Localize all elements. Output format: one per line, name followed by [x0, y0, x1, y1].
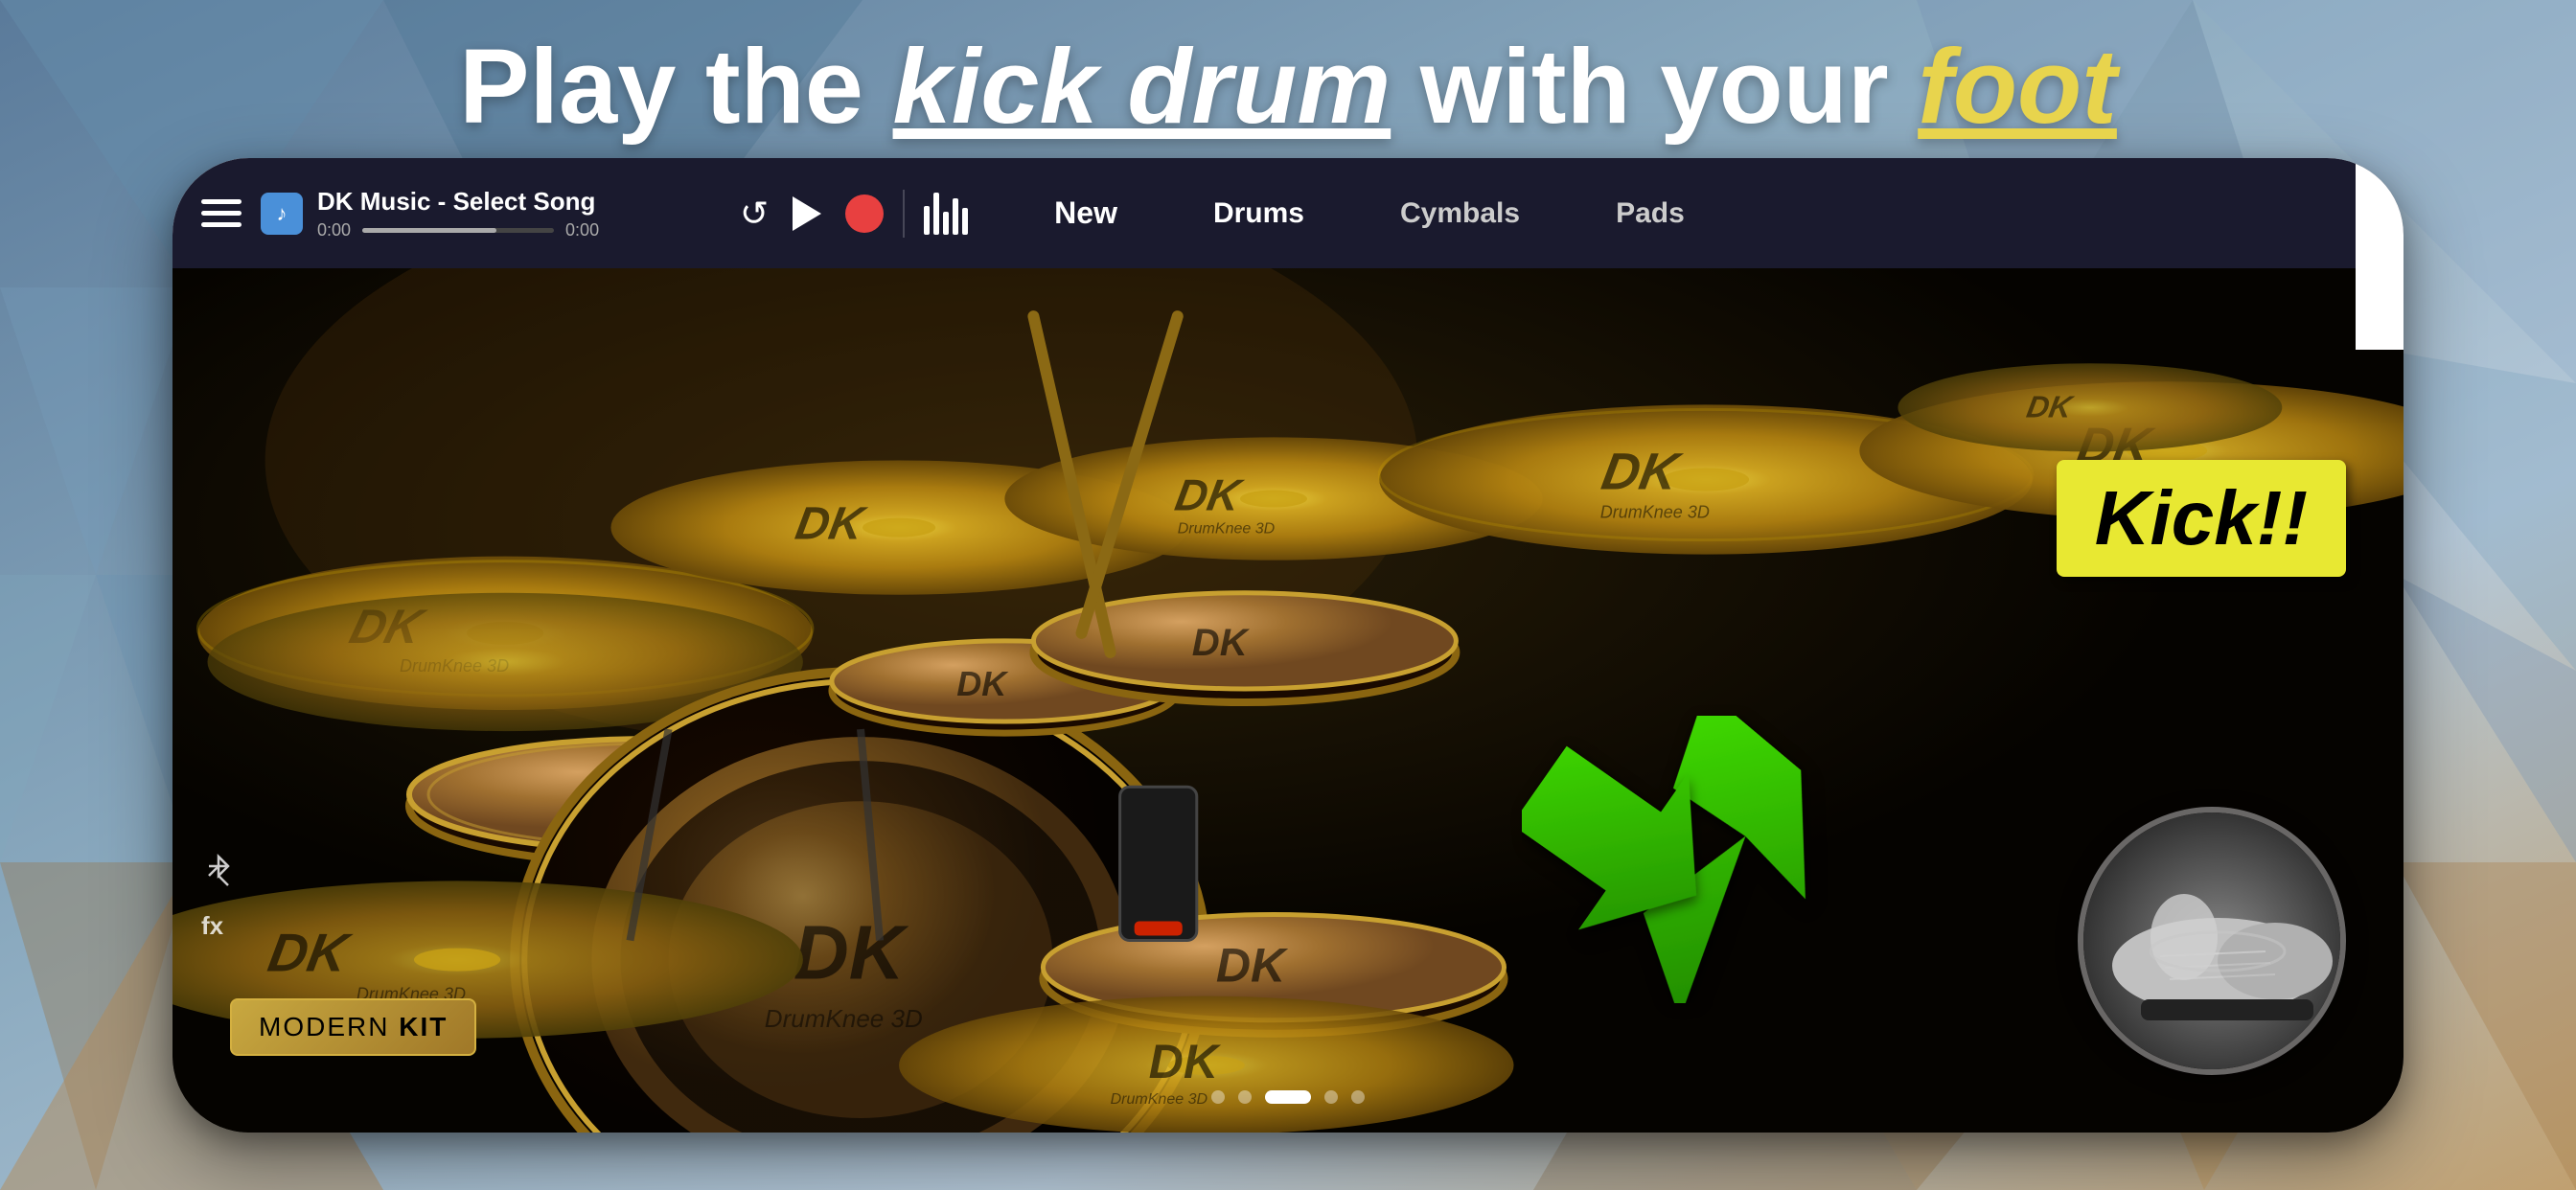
song-title[interactable]: DK Music - Select Song	[317, 187, 599, 217]
fx-label: fx	[201, 911, 223, 941]
fx-button[interactable]: fx	[201, 911, 236, 941]
mixer-bar-5	[962, 208, 968, 235]
svg-text:DrumKnee 3D: DrumKnee 3D	[765, 1004, 923, 1033]
svg-text:DrumKnee 3D: DrumKnee 3D	[1600, 503, 1710, 522]
title-kick-drum: kick drum	[893, 28, 1392, 146]
song-section: ♪ DK Music - Select Song 0:00 0:00	[261, 187, 721, 240]
kick-arrow	[1522, 716, 1905, 1008]
time-start: 0:00	[317, 220, 351, 240]
title-part3: with your	[1391, 28, 1918, 146]
mixer-bar-4	[953, 198, 958, 235]
modern-kit-badge: MODERN KIT	[230, 998, 476, 1056]
song-progress: 0:00 0:00	[317, 220, 599, 240]
title-foot: foot	[1918, 28, 2117, 146]
title-part1: Play the	[459, 28, 892, 146]
svg-text:DK: DK	[1192, 622, 1251, 664]
song-icon: ♪	[261, 193, 303, 235]
phone-frame: ♪ DK Music - Select Song 0:00 0:00 ↺	[172, 158, 2404, 1133]
svg-text:DrumKnee 3D: DrumKnee 3D	[1111, 1090, 1208, 1108]
dot-5[interactable]	[1351, 1090, 1365, 1104]
page-headline: Play the kick drum with your foot	[0, 29, 2576, 145]
song-info: DK Music - Select Song 0:00 0:00	[317, 187, 599, 240]
mixer-bar-3	[943, 212, 949, 235]
phone-notch	[2356, 158, 2404, 350]
kit-text: KIT	[399, 1012, 448, 1041]
progress-bar[interactable]	[362, 228, 554, 233]
drum-scene: DK DrumKnee 3D DK	[172, 268, 2404, 1133]
tab-cymbals[interactable]: Cymbals	[1352, 188, 1568, 240]
mixer-bar-1	[924, 206, 930, 235]
svg-text:DK: DK	[2024, 390, 2077, 424]
kick-text: Kick!!	[2057, 460, 2346, 577]
page-indicator	[1211, 1090, 1365, 1104]
reload-button[interactable]: ↺	[740, 194, 769, 234]
dot-2[interactable]	[1238, 1090, 1252, 1104]
tab-drums[interactable]: Drums	[1165, 188, 1352, 240]
record-button[interactable]	[845, 195, 884, 233]
drum-kit-area[interactable]: DK DrumKnee 3D DK	[172, 268, 2404, 1133]
svg-text:DK: DK	[264, 923, 356, 983]
left-icons-panel: fx	[201, 853, 236, 941]
playback-controls: ↺	[740, 194, 884, 234]
tab-pads[interactable]: Pads	[1568, 188, 1733, 240]
svg-text:DK: DK	[1149, 1035, 1222, 1088]
svg-text:DrumKnee 3D: DrumKnee 3D	[1178, 520, 1276, 538]
dot-4[interactable]	[1324, 1090, 1338, 1104]
kick-label: Kick!!	[2057, 460, 2346, 577]
toolbar-separator	[903, 190, 905, 238]
svg-text:DK: DK	[1216, 939, 1289, 993]
app-toolbar: ♪ DK Music - Select Song 0:00 0:00 ↺	[172, 158, 2404, 268]
dot-3-active[interactable]	[1265, 1090, 1311, 1104]
tab-new[interactable]: New	[1006, 186, 1165, 240]
menu-button[interactable]	[201, 199, 242, 227]
modern-text: MODERN	[259, 1012, 389, 1041]
svg-text:DK: DK	[1172, 470, 1248, 520]
dot-1[interactable]	[1211, 1090, 1225, 1104]
svg-text:DK: DK	[792, 498, 870, 550]
progress-fill	[362, 228, 496, 233]
mixer-bar-2	[933, 193, 939, 235]
svg-text:DK: DK	[956, 664, 1009, 703]
shoe-image	[2078, 807, 2346, 1075]
bluetooth-icon[interactable]	[201, 853, 236, 887]
svg-text:DK: DK	[1598, 443, 1686, 501]
svg-text:DK: DK	[794, 909, 909, 995]
mixer-button[interactable]	[924, 193, 968, 235]
time-end: 0:00	[565, 220, 599, 240]
toolbar-tabs: New Drums Cymbals Pads	[1006, 186, 1733, 240]
play-button[interactable]	[793, 196, 821, 231]
